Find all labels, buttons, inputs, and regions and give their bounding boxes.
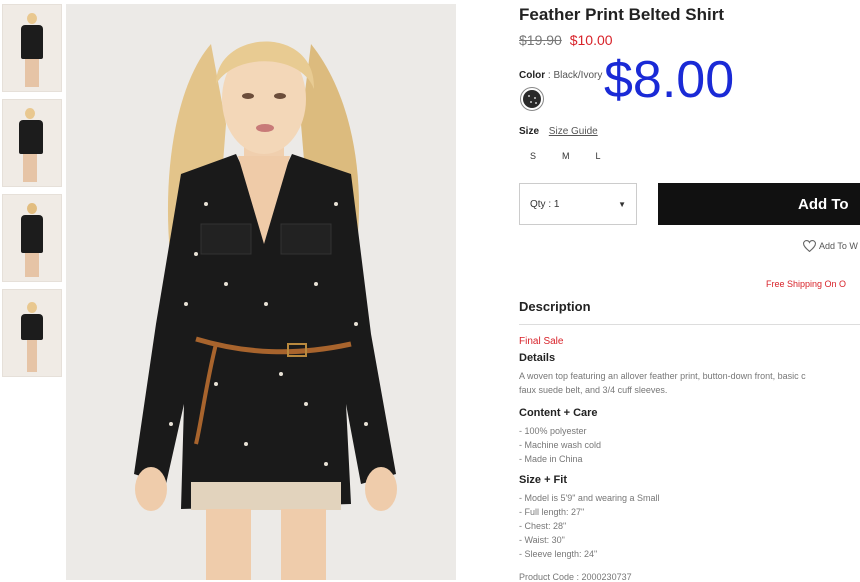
list-item: - Sleeve length: 24" — [519, 549, 598, 559]
size-guide-link[interactable]: Size Guide — [549, 126, 598, 137]
original-price: $19.90 — [519, 32, 562, 48]
size-fit-heading: Size + Fit — [519, 474, 567, 486]
list-item: - Full length: 27" — [519, 507, 585, 517]
thumbnail-gallery — [0, 4, 62, 384]
list-item: - 100% polyester — [519, 426, 587, 436]
product-main-image[interactable] — [66, 4, 456, 580]
free-shipping-note: Free Shipping On O — [766, 279, 847, 289]
size-row: Size Size Guide — [519, 126, 598, 137]
color-row: Color : Black/Ivory — [519, 70, 602, 81]
description-heading: Description — [519, 299, 591, 314]
thumbnail-3[interactable] — [2, 194, 62, 282]
color-label: Color — [519, 70, 546, 81]
quantity-select[interactable]: Qty : 1 ▼ — [519, 183, 637, 225]
details-line-2: faux suede belt, and 3/4 cuff sleeves. — [519, 385, 668, 395]
color-swatch-black-ivory[interactable] — [520, 87, 544, 111]
product-code: Product Code : 2000230737 — [519, 572, 632, 582]
size-fit-list: - Model is 5'9" and wearing a Small - Fu… — [519, 491, 659, 561]
list-item: - Waist: 30" — [519, 535, 565, 545]
add-to-bag-button[interactable]: Add To — [658, 183, 860, 225]
list-item: - Model is 5'9" and wearing a Small — [519, 493, 660, 503]
size-option-l[interactable]: L — [596, 151, 601, 161]
size-option-m[interactable]: M — [562, 151, 570, 161]
price-row: $19.90 $10.00 — [519, 32, 613, 48]
final-sale-label: Final Sale — [519, 336, 564, 347]
heart-icon — [803, 240, 816, 252]
list-item: - Machine wash cold — [519, 440, 602, 450]
wishlist-link[interactable]: Add To W — [803, 240, 858, 252]
quantity-label: Qty : 1 — [530, 198, 560, 210]
divider — [519, 324, 860, 325]
wishlist-label: Add To W — [819, 241, 858, 251]
content-care-heading: Content + Care — [519, 407, 598, 419]
thumbnail-1[interactable] — [2, 4, 62, 92]
chevron-down-icon: ▼ — [618, 199, 626, 209]
size-option-s[interactable]: S — [530, 151, 536, 161]
color-value: Black/Ivory — [553, 70, 603, 81]
list-item: - Chest: 28" — [519, 521, 567, 531]
details-line-1: A woven top featuring an allover feather… — [519, 371, 806, 381]
size-label: Size — [519, 126, 540, 137]
swatch-fill — [523, 90, 541, 108]
model-illustration — [134, 41, 397, 580]
product-title: Feather Print Belted Shirt — [519, 5, 724, 24]
details-heading: Details — [519, 352, 556, 364]
size-options: S M L — [530, 151, 601, 161]
overlay-price: $8.00 — [604, 51, 735, 109]
thumbnail-4[interactable] — [2, 289, 62, 377]
list-item: - Made in China — [519, 454, 583, 464]
content-care-list: - 100% polyester - Machine wash cold - M… — [519, 424, 601, 466]
sale-price: $10.00 — [569, 32, 613, 48]
thumbnail-2[interactable] — [2, 99, 62, 187]
